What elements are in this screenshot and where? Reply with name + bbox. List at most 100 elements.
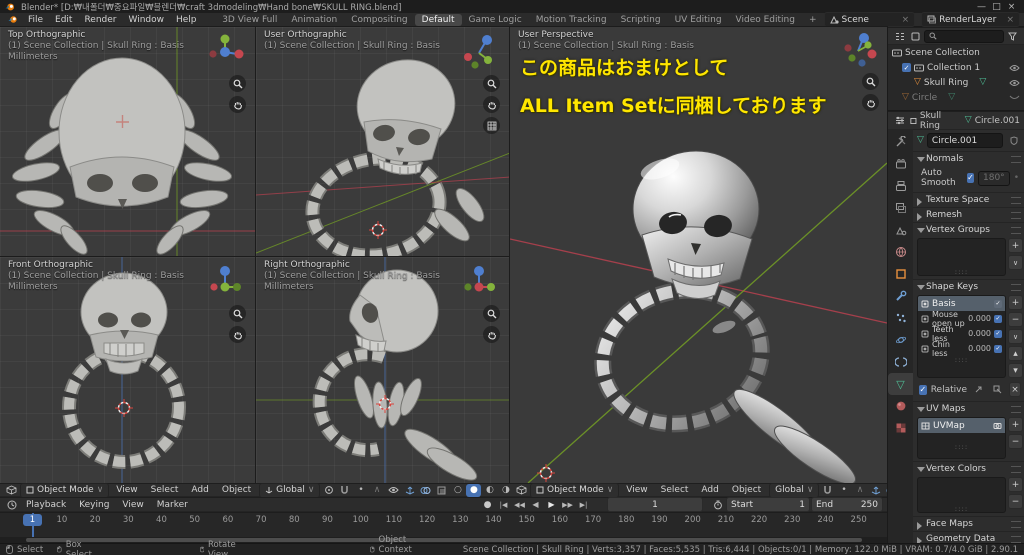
shape-key-specials-button[interactable]: ∨ <box>1008 329 1023 344</box>
panel-face-maps[interactable]: Face Maps <box>913 516 1024 531</box>
tab-physics[interactable] <box>888 329 913 351</box>
vertex-groups-list[interactable]: :::: <box>917 238 1006 276</box>
viewport-front[interactable]: Front Orthographic (1) Scene Collection … <box>0 256 257 484</box>
viewport-perspective[interactable]: User Perspective (1) Scene Collection | … <box>509 26 888 484</box>
workspace-tab-scripting[interactable]: Scripting <box>614 14 668 26</box>
viewport-perspective-zoom-icon[interactable] <box>862 73 879 90</box>
outliner-row-scene-collection[interactable]: Scene Collection <box>888 45 1024 60</box>
add-menu-main[interactable]: Add <box>695 484 724 496</box>
list-resize-handle[interactable]: :::: <box>918 505 1005 513</box>
shape-key-pin-icon[interactable] <box>971 383 986 396</box>
tab-material[interactable] <box>888 395 913 417</box>
outliner-row-collection-1[interactable]: ✓ Collection 1 <box>888 60 1024 75</box>
viewport-front-pan-icon[interactable] <box>229 326 246 343</box>
vertex-color-remove-button[interactable]: − <box>1008 494 1023 509</box>
viewport-front-zoom-icon[interactable] <box>229 305 246 322</box>
vertex-group-specials-button[interactable]: ∨ <box>1008 255 1023 270</box>
tab-object-data[interactable]: ▽ <box>888 373 913 395</box>
viewport-right-ortho-pan-icon[interactable] <box>483 326 500 343</box>
shading-solid-icon[interactable]: ● <box>466 483 482 497</box>
record-button[interactable]: ● <box>480 498 495 511</box>
mode-selector-main[interactable]: Object Mode ∨ <box>530 482 620 498</box>
scene-selector[interactable]: Scene × <box>823 12 916 27</box>
use-preview-range-icon[interactable] <box>710 498 725 511</box>
uv-map-add-button[interactable]: + <box>1008 417 1023 432</box>
workspace-tab-compositing[interactable]: Compositing <box>344 14 414 26</box>
outliner-search-input[interactable] <box>924 29 1004 43</box>
timeline-playhead[interactable]: 1 <box>23 514 42 526</box>
scrollbar-handle[interactable] <box>26 538 862 542</box>
eye-closed-icon[interactable] <box>1009 95 1020 101</box>
tab-object[interactable] <box>888 263 913 285</box>
shape-key-mute-checkbox[interactable]: ✓ <box>994 329 1002 338</box>
tab-texture[interactable] <box>888 417 913 439</box>
breadcrumb-data[interactable]: Circle.001 <box>975 116 1020 126</box>
shape-key-clear-button[interactable]: × <box>1009 382 1021 397</box>
outliner-filter-mode-icon[interactable] <box>908 30 923 43</box>
workspace-tab-motion-tracking[interactable]: Motion Tracking <box>529 14 614 26</box>
viewport-right-ortho[interactable]: Right Orthographic (1) Scene Collection … <box>255 256 511 484</box>
outliner-display-mode-icon[interactable] <box>892 30 907 43</box>
jump-to-end-button[interactable]: ▶| <box>576 498 591 511</box>
jump-to-start-button[interactable]: |◀ <box>496 498 511 511</box>
menu-file[interactable]: File <box>22 14 49 26</box>
menu-help[interactable]: Help <box>170 14 203 26</box>
tab-render[interactable] <box>888 153 913 175</box>
play-reverse-button[interactable]: ◀ <box>528 498 543 511</box>
next-keyframe-button[interactable]: ▶▶ <box>560 498 575 511</box>
shape-key-move-up-button[interactable]: ▴ <box>1008 346 1023 361</box>
viewport-perspective-pan-icon[interactable] <box>862 94 879 111</box>
renderlayer-selector[interactable]: RenderLayer × <box>921 12 1021 27</box>
editor-type-icon[interactable] <box>4 484 19 497</box>
object-menu-main[interactable]: Object <box>726 484 767 496</box>
workspace-tab-animation[interactable]: Animation <box>284 14 344 26</box>
pivot-point-icon[interactable] <box>321 484 336 497</box>
list-resize-handle[interactable]: :::: <box>918 268 1005 276</box>
viewport-front-axis-gizmo[interactable] <box>206 263 244 301</box>
menu-window[interactable]: Window <box>123 14 171 26</box>
shape-key-value[interactable]: 0.000 <box>968 314 991 323</box>
panel-vertex-groups[interactable]: Vertex Groups <box>913 222 1024 237</box>
shape-key-mute-checkbox[interactable]: ✓ <box>994 314 1002 323</box>
uv-map-remove-button[interactable]: − <box>1008 434 1023 449</box>
workspace-tab-3d-view-full[interactable]: 3D View Full <box>215 14 284 26</box>
frame-end-field[interactable]: End 250 <box>811 497 883 512</box>
eye-icon[interactable] <box>1009 64 1020 72</box>
tab-tool[interactable] <box>888 131 913 153</box>
view-menu-quad[interactable]: View <box>110 484 143 496</box>
select-menu-quad[interactable]: Select <box>145 484 185 496</box>
shape-key-mute-checkbox[interactable]: ✓ <box>994 299 1002 308</box>
collection-checkbox[interactable]: ✓ <box>902 63 911 72</box>
panel-remesh[interactable]: Remesh <box>913 207 1024 222</box>
shape-key-value[interactable]: 0.000 <box>968 344 991 353</box>
auto-smooth-angle-field[interactable]: 180° <box>978 170 1010 186</box>
select-menu-main[interactable]: Select <box>655 484 695 496</box>
frame-start-field[interactable]: Start 1 <box>726 497 810 512</box>
viewport-top-axis-gizmo[interactable] <box>206 33 244 71</box>
shading-material-icon[interactable]: ◐ <box>482 484 497 497</box>
snap-magnet-icon[interactable] <box>337 484 352 497</box>
blender-menu-icon[interactable] <box>8 14 18 25</box>
scene-unlink-icon[interactable]: × <box>902 15 910 25</box>
workspace-tab-game-logic[interactable]: Game Logic <box>462 14 529 26</box>
viewport-user-ortho-zoom-icon[interactable] <box>483 75 500 92</box>
breadcrumb-object[interactable]: Skull Ring <box>920 111 958 131</box>
panel-shape-keys[interactable]: Shape Keys <box>913 279 1024 294</box>
gizmo-toggle-icon[interactable] <box>868 484 883 497</box>
viewport-right-ortho-axis-gizmo[interactable] <box>460 263 498 301</box>
viewport-user-ortho-pan-icon[interactable] <box>483 96 500 113</box>
viewport-top[interactable]: Top Orthographic (1) Scene Collection | … <box>0 26 257 258</box>
workspace-tab-uv-editing[interactable]: UV Editing <box>668 14 729 26</box>
snap-magnet-icon[interactable] <box>820 484 835 497</box>
panel-vertex-colors[interactable]: Vertex Colors <box>913 461 1024 476</box>
shape-key-mute-checkbox[interactable]: ✓ <box>994 344 1002 353</box>
shape-key-edit-mode-icon[interactable] <box>990 383 1005 396</box>
tab-view-layer[interactable] <box>888 197 913 219</box>
proportional-edit-icon[interactable]: • <box>836 484 851 497</box>
auto-smooth-checkbox[interactable]: ✓ <box>966 173 974 183</box>
workspace-tab-add[interactable]: + <box>802 14 824 26</box>
relative-checkbox[interactable]: ✓ <box>919 384 927 395</box>
tab-modifiers[interactable] <box>888 285 913 307</box>
overlays-toggle-icon[interactable] <box>418 484 433 497</box>
tab-particles[interactable] <box>888 307 913 329</box>
